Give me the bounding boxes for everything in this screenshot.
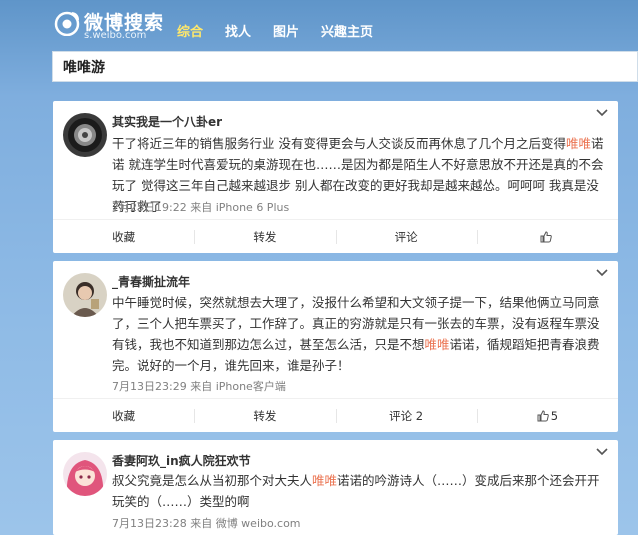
keyword-highlight: 唯唯 [424, 337, 450, 352]
like-button[interactable] [476, 220, 618, 253]
search-box [52, 51, 638, 82]
nav-tab-people[interactable]: 找人 [225, 21, 251, 40]
weibo-logo-icon [54, 11, 80, 36]
thumbs-up-icon [537, 409, 549, 421]
post-meta[interactable]: 7月25日19:22 来自 iPhone 6 Plus [112, 199, 289, 215]
avatar[interactable] [63, 273, 107, 317]
post-card: 其实我是一个八卦er 干了将近三年的销售服务行业 没有变得更会与人交谈反而再休息… [53, 101, 618, 253]
keyword-highlight: 唯唯 [312, 473, 338, 488]
nav-tab-comprehensive[interactable]: 综合 [177, 21, 203, 40]
post-text: 叔父究竟是怎么从当初那个对大夫人唯唯诺诺的吟游诗人（……）变成后来那个还会开开玩… [112, 473, 600, 509]
repost-button[interactable]: 转发 [194, 399, 335, 432]
author-name[interactable]: 香妻阿玖_in疯人院狂欢节 [112, 452, 251, 469]
nav-tab-interest[interactable]: 兴趣主页 [321, 21, 373, 40]
post-meta[interactable]: 7月13日23:29 来自 iPhone客户端 [112, 378, 286, 394]
top-bar: 微博搜索 s.weibo.com 综合 找人 图片 兴趣主页 [0, 0, 638, 50]
comment-button[interactable]: 评论 [335, 220, 477, 253]
thumbs-up-icon [540, 230, 553, 242]
author-name[interactable]: 其实我是一个八卦er [112, 113, 222, 130]
action-bar: 收藏 转发 评论 2 5 [53, 398, 618, 432]
logo-subtitle: s.weibo.com [84, 30, 147, 41]
chevron-down-icon[interactable] [596, 109, 608, 117]
avatar[interactable] [63, 113, 107, 157]
action-bar: 收藏 转发 评论 [53, 219, 618, 253]
search-nav: 综合 找人 图片 兴趣主页 [177, 21, 395, 40]
nav-tab-images[interactable]: 图片 [273, 21, 299, 40]
post-card: _青春撕扯流年 中午睡觉时候，突然就想去大理了，没报什么希望和大文领子提一下，结… [53, 261, 618, 432]
repost-button[interactable]: 转发 [194, 220, 335, 253]
author-name[interactable]: _青春撕扯流年 [112, 273, 190, 290]
weibo-search-logo[interactable]: 微博搜索 s.weibo.com [54, 8, 174, 42]
post-text: 中午睡觉时候，突然就想去大理了，没报什么希望和大文领子提一下，结果他俩立马同意了… [112, 295, 600, 373]
post-card: 香妻阿玖_in疯人院狂欢节 叔父究竟是怎么从当初那个对大夫人唯唯诺诺的吟游诗人（… [53, 440, 618, 535]
chevron-down-icon[interactable] [596, 269, 608, 277]
avatar[interactable] [63, 452, 107, 496]
chevron-down-icon[interactable] [596, 448, 608, 456]
search-input[interactable] [53, 52, 637, 81]
favorite-button[interactable]: 收藏 [53, 220, 194, 253]
comment-button[interactable]: 评论 2 [335, 399, 477, 432]
keyword-highlight: 唯唯 [565, 136, 591, 151]
favorite-button[interactable]: 收藏 [53, 399, 194, 432]
like-button[interactable]: 5 [476, 399, 618, 432]
post-meta[interactable]: 7月13日23:28 来自 微博 weibo.com [112, 515, 301, 531]
